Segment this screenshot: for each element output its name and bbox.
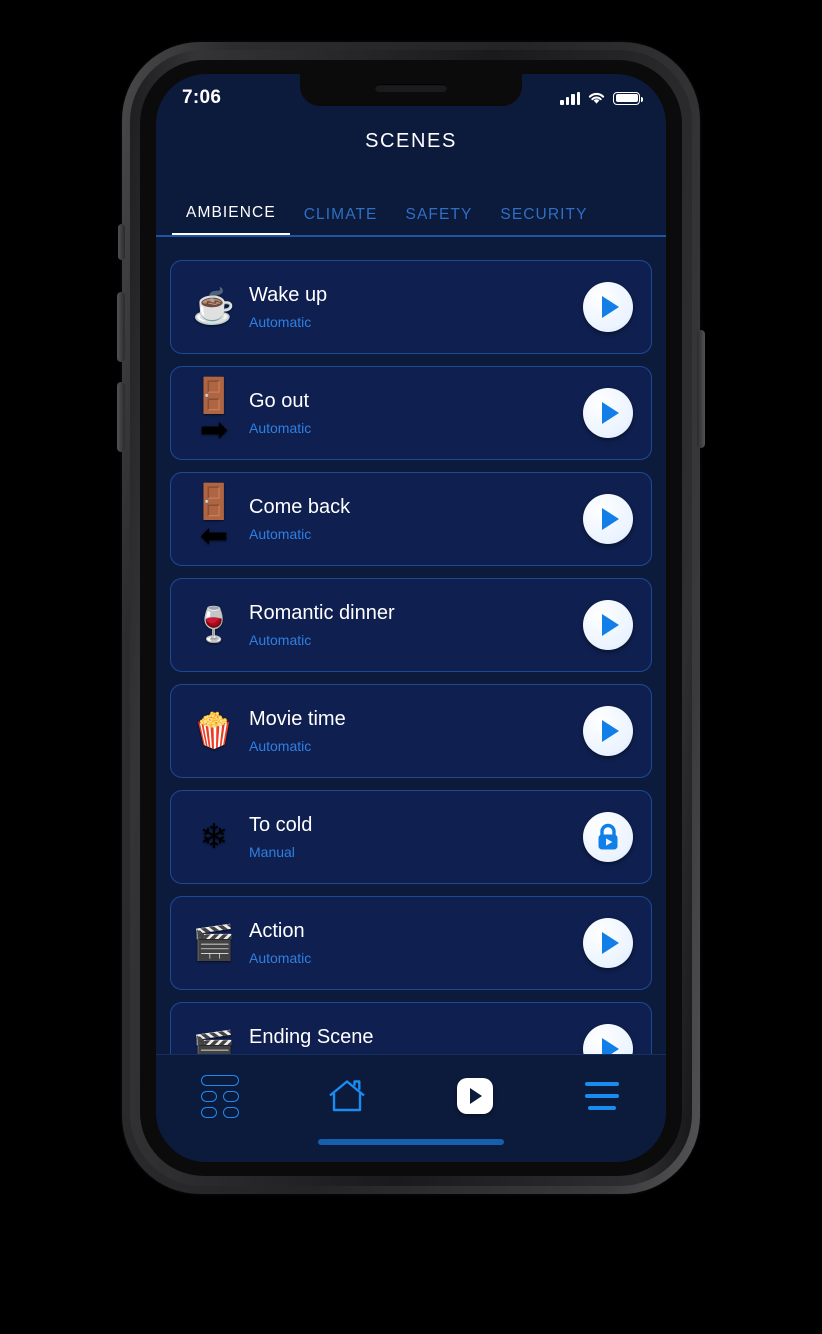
wine-glasses-icon: 🍷: [192, 606, 236, 644]
nav-item-dashboard[interactable]: [183, 1071, 257, 1121]
tab-ambience[interactable]: AMBIENCE: [172, 204, 290, 235]
volume-down-button[interactable]: [117, 382, 125, 452]
play-button[interactable]: [583, 494, 633, 544]
scene-name: Ending Scene: [249, 1026, 374, 1048]
play-button[interactable]: [583, 706, 633, 756]
play-triangle-icon: [470, 1088, 483, 1104]
menu-hamburger-icon: [585, 1082, 620, 1110]
scene-mode: Automatic: [249, 526, 312, 542]
tab-security[interactable]: SECURITY: [486, 206, 601, 235]
play-button[interactable]: [583, 918, 633, 968]
scene-mode: Automatic: [249, 632, 312, 648]
scene-row-wake-up[interactable]: ☕ Wake up Automatic: [170, 260, 652, 354]
scene-row-go-out[interactable]: 🚪➡ Go out Automatic: [170, 366, 652, 460]
home-icon: [329, 1080, 366, 1112]
scene-text-block: Ending Scene Automatic: [243, 1026, 583, 1054]
popcorn-icon: 🍿: [192, 712, 236, 750]
tab-climate[interactable]: CLIMATE: [290, 206, 392, 235]
page-title: SCENES: [365, 130, 457, 152]
scenes-list[interactable]: ☕ Wake up Automatic 🚪➡ Go out Automatic: [156, 260, 666, 1054]
scene-mode: Automatic: [249, 314, 312, 330]
scene-name: Go out: [249, 390, 310, 412]
scene-text-block: Come back Automatic: [243, 496, 583, 542]
phone-screen: 7:06 SCENES AMBIENCE CLIMATE SAFETY SECU…: [156, 74, 666, 1162]
scene-row-romantic-dinner[interactable]: 🍷 Romantic dinner Automatic: [170, 578, 652, 672]
tab-bar: AMBIENCE CLIMATE SAFETY SECURITY: [156, 204, 666, 237]
scene-row-come-back[interactable]: 🚪⬅ Come back Automatic: [170, 472, 652, 566]
door-exit-icon: 🚪➡: [192, 377, 236, 449]
play-button[interactable]: [583, 388, 633, 438]
play-triangle-icon: [601, 1038, 619, 1054]
scene-mode: Automatic: [249, 420, 312, 436]
scene-name: To cold: [249, 814, 313, 836]
dashboard-grid-icon: [200, 1074, 239, 1118]
scene-row-action[interactable]: 🎬 Action Automatic: [170, 896, 652, 990]
screenshot-stage: 7:06 SCENES AMBIENCE CLIMATE SAFETY SECU…: [0, 0, 822, 1334]
scene-name: Action: [249, 920, 305, 942]
scene-name: Wake up: [249, 284, 328, 306]
coffee-cup-icon: ☕: [192, 288, 236, 326]
wifi-icon: [588, 92, 605, 104]
status-time: 7:06: [182, 87, 222, 108]
tab-safety[interactable]: SAFETY: [392, 206, 487, 235]
door-enter-icon: 🚪⬅: [192, 483, 236, 555]
scene-text-block: Wake up Automatic: [243, 284, 583, 330]
scene-row-ending-scene[interactable]: 🎬 Ending Scene Automatic: [170, 1002, 652, 1054]
clapper-board-icon: 🎬: [192, 1030, 236, 1054]
status-icons: [560, 91, 644, 105]
scene-row-to-cold[interactable]: ❄ To cold Manual: [170, 790, 652, 884]
play-triangle-icon: [601, 296, 619, 318]
power-button[interactable]: [697, 330, 705, 448]
nav-item-scenes[interactable]: [438, 1071, 512, 1121]
scene-text-block: Action Automatic: [243, 920, 583, 966]
scene-text-block: To cold Manual: [243, 814, 583, 860]
battery-full-icon: [613, 91, 644, 105]
play-button[interactable]: [583, 600, 633, 650]
cellular-signal-icon: [560, 91, 580, 105]
mute-switch-button[interactable]: [118, 224, 125, 260]
play-triangle-icon: [601, 508, 619, 530]
nav-item-home[interactable]: [310, 1071, 384, 1121]
play-triangle-icon: [601, 614, 619, 636]
bottom-navigation-bar: [156, 1054, 666, 1162]
play-button[interactable]: [583, 1024, 633, 1054]
scene-row-movie-time[interactable]: 🍿 Movie time Automatic: [170, 684, 652, 778]
device-notch: [300, 74, 522, 106]
scene-text-block: Go out Automatic: [243, 390, 583, 436]
earpiece-speaker: [375, 84, 447, 92]
nav-item-menu[interactable]: [565, 1071, 639, 1121]
play-button[interactable]: [583, 282, 633, 332]
scene-mode: Automatic: [249, 950, 312, 966]
home-indicator[interactable]: [318, 1139, 504, 1145]
scene-name: Romantic dinner: [249, 602, 395, 624]
scene-name: Come back: [249, 496, 351, 518]
scene-text-block: Movie time Automatic: [243, 708, 583, 754]
scenes-play-icon: [456, 1078, 493, 1114]
scene-text-block: Romantic dinner Automatic: [243, 602, 583, 648]
lock-play-button[interactable]: [583, 812, 633, 862]
volume-up-button[interactable]: [117, 292, 125, 362]
play-triangle-icon: [601, 720, 619, 742]
play-triangle-icon: [601, 932, 619, 954]
scene-mode: Manual: [249, 844, 295, 860]
play-triangle-icon: [601, 402, 619, 424]
scene-mode: Automatic: [249, 738, 312, 754]
snowflake-icon: ❄: [199, 818, 229, 856]
padlock-play-icon: [598, 823, 618, 850]
clapper-board-icon: 🎬: [192, 924, 236, 962]
scene-name: Movie time: [249, 708, 346, 730]
